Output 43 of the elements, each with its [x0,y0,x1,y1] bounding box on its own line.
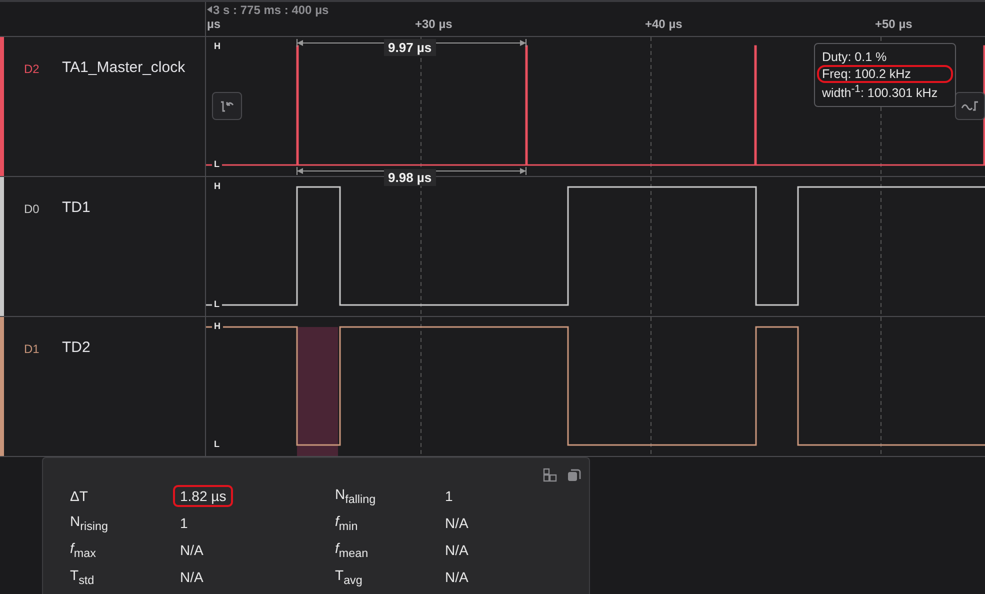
stat-label: T$_{avg}$ [335,566,364,586]
measurement-label: 9.97 µs [384,39,436,56]
edge-icon[interactable] [212,92,242,120]
channel-name: TA1_Master_clock [62,59,186,76]
time-tick-label: +50 µs [875,17,912,31]
stat-value: N/A [444,514,470,532]
grid-layout-icon[interactable] [543,468,557,482]
channel-id: D1 [24,342,40,356]
high-level-label: H [212,181,222,191]
tooltip-line: Freq: 100.2 kHz [817,65,953,83]
stat-label: N$_{falling}$ [335,486,377,506]
stat-label: f$_{max}$ [70,540,97,560]
channel-id: D0 [24,202,40,216]
time-tick-label: +30 µs [415,17,452,31]
timestamp-label: 3 s : 775 ms : 400 µs [213,3,329,17]
stat-value: N/A [444,540,470,560]
channel-id: D2 [24,62,40,76]
stat-label: f$_{mean}$ [335,540,370,560]
stat-label: N$_{rising}$ [70,512,109,532]
low-level-label: L [212,299,222,309]
time-tick-label: µs [207,17,221,31]
low-level-label: L [212,439,222,449]
measurement-label: 9.98 µs [384,169,436,186]
stat-label: f$_{min}$ [335,512,359,532]
left-arrow-icon [207,6,212,13]
stat-value: 1.82 µs [173,484,234,506]
stat-label: ΔT [70,488,89,504]
high-level-label: H [212,41,222,51]
stat-value: N/A [444,568,470,586]
stat-value: 1 [179,514,189,532]
channel-name: TD2 [62,339,90,356]
low-level-label: L [212,159,222,169]
copy-icon[interactable] [567,468,581,482]
stat-label: T$_{std}$ [70,566,96,586]
high-level-label: H [212,321,222,331]
stat-value: 1 [444,486,454,506]
tooltip-line: Duty: 0.1 % [821,49,888,66]
stat-value: N/A [179,540,204,560]
channel-name: TD1 [62,199,90,216]
time-tick-label: +40 µs [645,17,682,31]
waveform-icon[interactable] [955,92,985,120]
tooltip-line: width$^{-1}$: 100.301 kHz [821,83,939,102]
stat-value: N/A [179,568,204,586]
